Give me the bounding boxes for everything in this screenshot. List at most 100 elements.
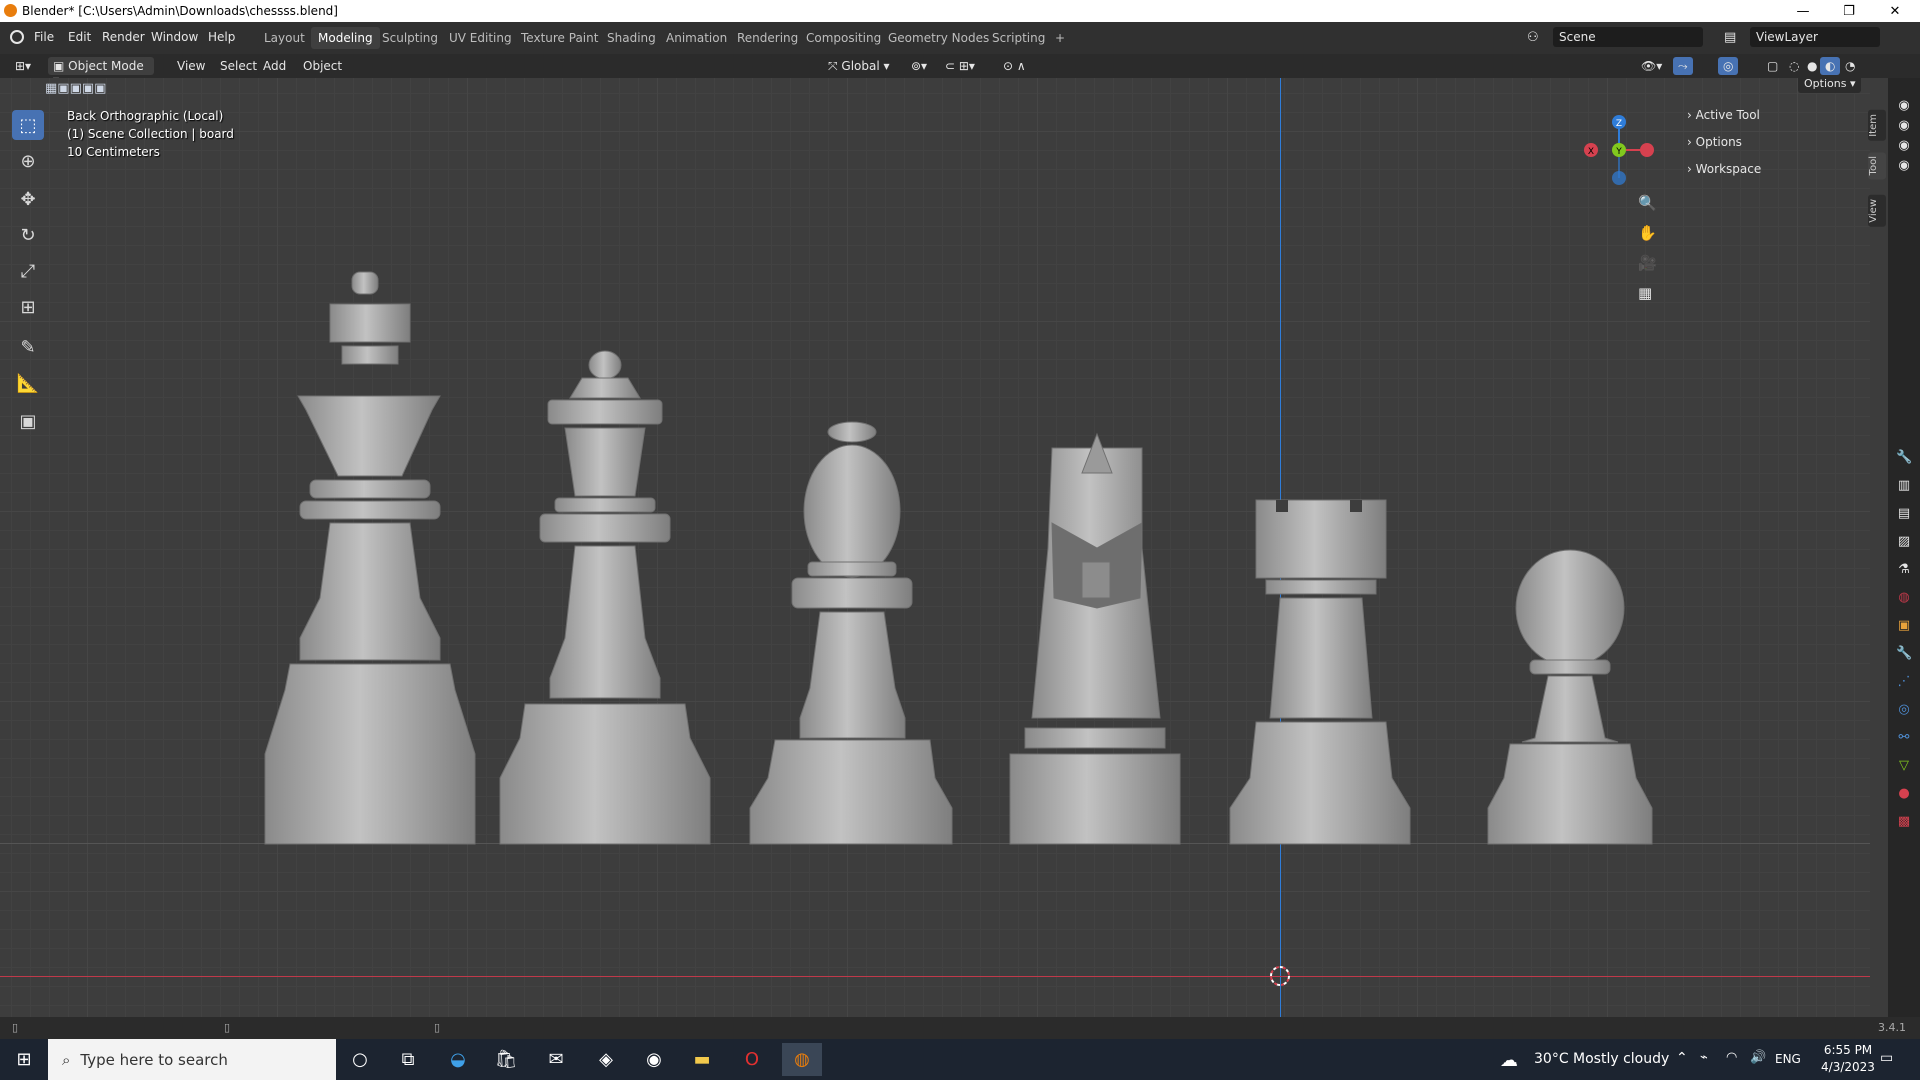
ortho-toggle-icon[interactable]: ▦ [1638, 284, 1652, 302]
data-properties-icon[interactable]: ▽ [1896, 758, 1912, 774]
mail-icon[interactable]: ✉ [536, 1043, 576, 1076]
menu-edit[interactable]: Edit [68, 30, 91, 44]
scene-selector[interactable]: Scene [1553, 27, 1703, 47]
output-properties-icon[interactable]: ▤ [1896, 506, 1912, 522]
menu-object[interactable]: Object [298, 57, 347, 75]
modifier-properties-icon[interactable]: 🔧 [1896, 646, 1912, 662]
particles-properties-icon[interactable]: ⋰ [1896, 674, 1912, 690]
tab-scripting[interactable]: Scripting [985, 27, 1052, 49]
add-cube-tool-icon[interactable]: ▣ [12, 406, 44, 436]
app-icon[interactable]: ◈ [586, 1043, 626, 1076]
scene-icon[interactable]: ⚇ [1527, 30, 1539, 45]
add-workspace-button[interactable]: + [1048, 27, 1072, 49]
gizmo-toggle-icon[interactable]: ⤳ [1673, 57, 1693, 75]
cursor-tool-icon[interactable]: ⊕ [12, 146, 44, 176]
panel-options[interactable]: › Options [1687, 135, 1742, 149]
texture-properties-icon[interactable]: ▩ [1896, 814, 1912, 830]
physics-properties-icon[interactable]: ◎ [1896, 702, 1912, 718]
menu-window[interactable]: Window [151, 30, 198, 44]
menu-file[interactable]: File [34, 30, 54, 44]
panel-active-tool[interactable]: › Active Tool [1687, 108, 1760, 122]
tab-layout[interactable]: Layout [257, 27, 312, 49]
camera-view-icon[interactable]: 🎥 [1638, 254, 1657, 272]
material-properties-icon[interactable]: ● [1896, 786, 1912, 802]
tray-chevron-icon[interactable]: ⌃ [1676, 1050, 1688, 1066]
3d-viewport[interactable]: ▦▣▣▣▣ Back Orthographic (Local) (1) Scen… [0, 78, 1870, 1017]
rotate-tool-icon[interactable]: ↻ [12, 220, 44, 250]
queen-piece[interactable] [499, 350, 711, 845]
weather-text[interactable]: 30°C Mostly cloudy [1534, 1051, 1669, 1067]
menu-render[interactable]: Render [102, 30, 145, 44]
snap-icon[interactable]: ⊂ ⊞▾ [940, 57, 980, 75]
clock-date[interactable]: 4/3/2023 [1818, 1060, 1878, 1074]
minimize-button[interactable]: — [1780, 0, 1826, 22]
blender-taskbar-icon[interactable]: ◍ [782, 1043, 822, 1076]
visibility-icon[interactable]: 👁▾ [1636, 57, 1667, 75]
king-piece[interactable] [264, 271, 476, 845]
zoom-icon[interactable]: 🔍 [1638, 194, 1657, 212]
menu-add[interactable]: Add [258, 57, 291, 75]
object-properties-icon[interactable]: ▣ [1896, 618, 1912, 634]
mode-selector[interactable]: ▣ Object Mode ▾ [48, 57, 154, 87]
scene-properties-icon[interactable]: ⚗ [1896, 562, 1912, 578]
select-box-tool-icon[interactable]: ⬚ [12, 110, 44, 140]
menu-help[interactable]: Help [208, 30, 235, 44]
transform-orientation[interactable]: ⤧ Global ▾ [823, 57, 895, 75]
edge-icon[interactable]: ◒ [438, 1043, 478, 1076]
camera-icon-3[interactable]: ◉ [1896, 138, 1912, 154]
pivot-point-icon[interactable]: ⊚▾ [906, 57, 932, 75]
tab-tool[interactable]: Tool [1868, 152, 1886, 180]
proportional-edit-icon[interactable]: ⊙ ∧ [998, 57, 1031, 75]
tool-properties-icon[interactable]: 🔧 [1896, 450, 1912, 466]
xray-icon[interactable]: ▢ [1762, 57, 1783, 75]
bishop-piece[interactable] [749, 421, 953, 845]
tab-geometry-nodes[interactable]: Geometry Nodes [881, 27, 996, 49]
rook-piece[interactable] [1229, 499, 1411, 845]
menu-view[interactable]: View [172, 57, 210, 75]
blender-menu-icon[interactable] [10, 30, 24, 44]
navigation-gizmo[interactable]: Z Y X [1575, 108, 1655, 188]
close-button[interactable]: ✕ [1872, 0, 1918, 22]
tab-compositing[interactable]: Compositing [799, 27, 888, 49]
windows-start-icon[interactable]: ⊞ [4, 1043, 44, 1076]
editor-type-icon[interactable]: ⊞▾ [10, 57, 36, 75]
options-dropdown[interactable]: Options ▾ [1798, 78, 1862, 93]
view-layer-selector[interactable]: ViewLayer [1750, 27, 1880, 47]
view-layer-properties-icon[interactable]: ▨ [1896, 534, 1912, 550]
render-properties-icon[interactable]: ▥ [1896, 478, 1912, 494]
tab-uv-editing[interactable]: UV Editing [442, 27, 519, 49]
store-icon[interactable]: 🛍 [486, 1043, 526, 1076]
task-view-icon[interactable]: ⧉ [388, 1043, 428, 1076]
wifi-icon[interactable]: ◠ [1726, 1050, 1737, 1065]
language-indicator[interactable]: ENG [1775, 1052, 1801, 1066]
knight-piece[interactable] [1009, 432, 1181, 845]
tab-animation[interactable]: Animation [659, 27, 734, 49]
world-properties-icon[interactable]: ◍ [1896, 590, 1912, 606]
transform-tool-icon[interactable]: ⊞ [12, 292, 44, 322]
move-tool-icon[interactable]: ✥ [12, 184, 44, 214]
tab-rendering[interactable]: Rendering [730, 27, 805, 49]
camera-icon-4[interactable]: ◉ [1896, 158, 1912, 174]
tab-sculpting[interactable]: Sculpting [375, 27, 445, 49]
notifications-icon[interactable]: ▭ [1880, 1050, 1893, 1066]
pawn-piece[interactable] [1487, 549, 1653, 845]
clock-time[interactable]: 6:55 PM [1818, 1043, 1878, 1057]
opera-icon[interactable]: O [732, 1043, 772, 1076]
tab-shading[interactable]: Shading [600, 27, 663, 49]
annotate-tool-icon[interactable]: ✎ [12, 332, 44, 362]
constraints-properties-icon[interactable]: ⚯ [1896, 730, 1912, 746]
view-layer-icon[interactable]: ▤ [1724, 30, 1736, 45]
search-box[interactable]: ⌕ Type here to search [48, 1039, 336, 1080]
tab-view[interactable]: View [1868, 195, 1886, 227]
camera-icon-2[interactable]: ◉ [1896, 118, 1912, 134]
scale-tool-icon[interactable]: ⤢ [12, 256, 44, 286]
camera-icon[interactable]: ◉ [1896, 98, 1912, 114]
overlay-toggle-icon[interactable]: ◎ [1718, 57, 1739, 75]
file-explorer-icon[interactable]: ▬ [682, 1043, 722, 1076]
pan-hand-icon[interactable]: ✋ [1638, 224, 1657, 242]
network-icon[interactable]: ⌁ [1700, 1050, 1708, 1065]
shading-rendered-icon[interactable]: ◔ [1840, 57, 1860, 75]
restore-button[interactable]: ❐ [1826, 0, 1872, 22]
measure-tool-icon[interactable]: 📐 [12, 368, 44, 398]
menu-select[interactable]: Select [215, 57, 262, 75]
